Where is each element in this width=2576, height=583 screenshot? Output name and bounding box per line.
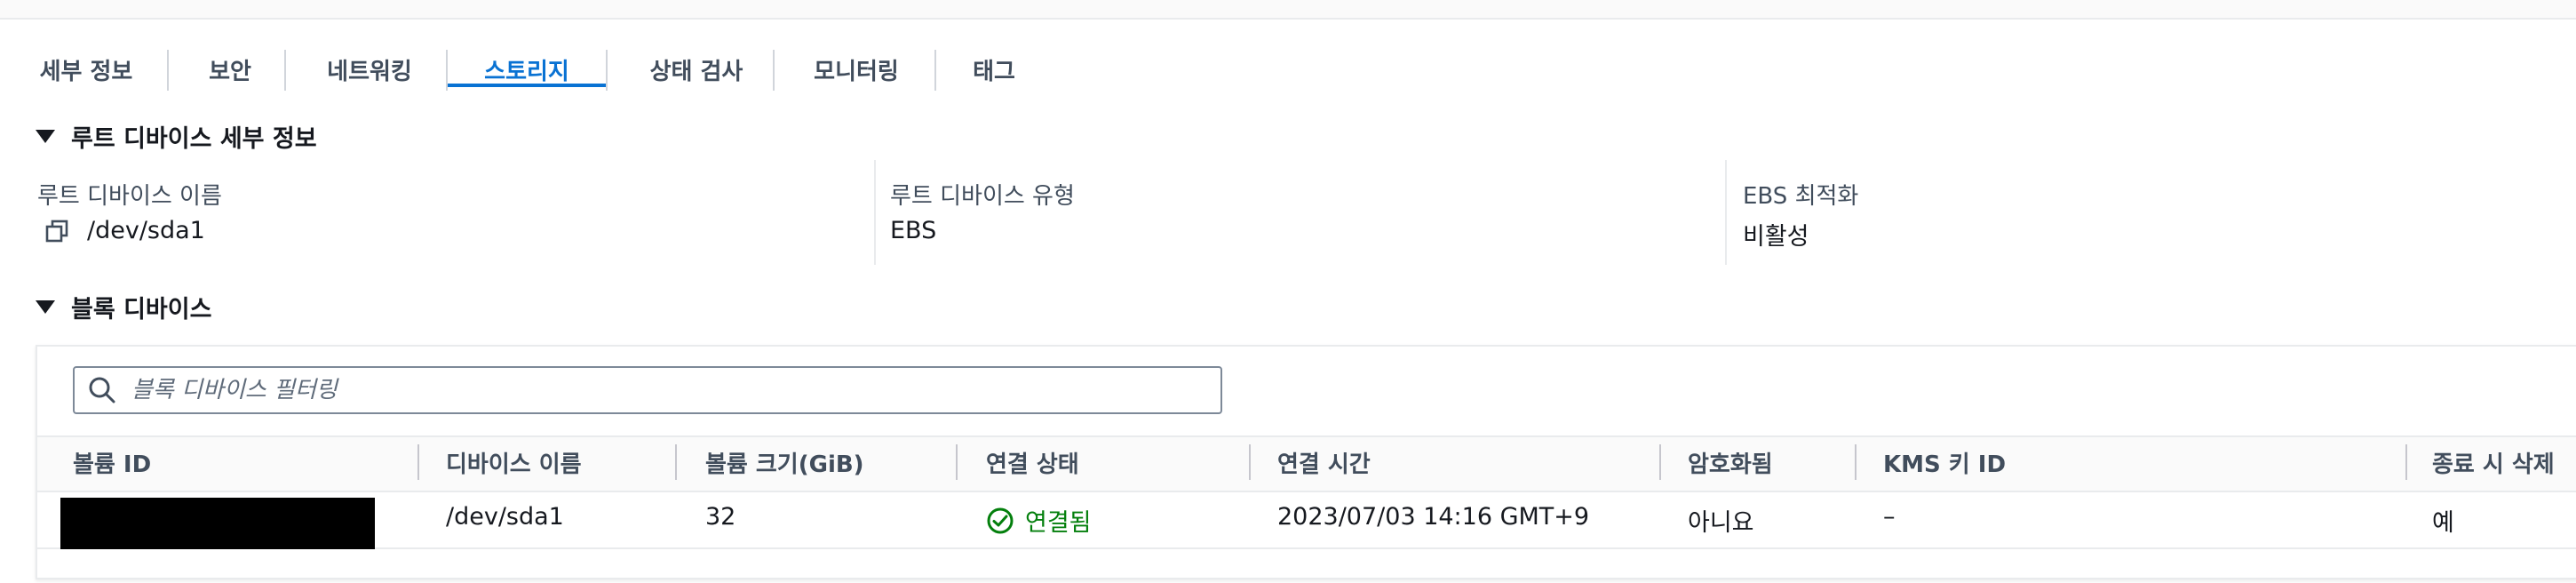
tab-tags[interactable]: 태그 xyxy=(965,36,1023,87)
tab-divider xyxy=(606,50,608,91)
cell-attach-status: 연결됨 xyxy=(986,503,1092,538)
block-device-filter[interactable] xyxy=(73,366,1222,414)
col-volume-id[interactable]: 볼륨 ID xyxy=(73,446,151,479)
cell-volume-size: 32 xyxy=(705,503,736,531)
ebs-optimized-label: EBS 최적화 xyxy=(1743,183,1859,210)
root-device-type-value: EBS xyxy=(890,217,937,244)
cell-encrypted: 아니요 xyxy=(1688,509,1754,537)
col-encrypted[interactable]: 암호화됨 xyxy=(1688,446,1773,479)
tab-networking[interactable]: 네트워킹 xyxy=(316,36,423,87)
copy-icon[interactable] xyxy=(44,219,69,244)
cell-device-name: /dev/sda1 xyxy=(446,503,564,531)
tab-storage[interactable]: 스토리지 xyxy=(462,36,592,87)
cell-kms-key-id: – xyxy=(1883,503,1896,531)
tab-divider xyxy=(167,50,169,91)
tab-details[interactable]: 세부 정보 xyxy=(37,36,135,87)
root-device-name-label: 루트 디바이스 이름 xyxy=(37,183,222,210)
column-resizer[interactable] xyxy=(1659,444,1661,480)
tab-divider xyxy=(284,50,286,91)
column-divider xyxy=(874,160,876,265)
cell-delete-on-termination: 예 xyxy=(2432,509,2454,537)
col-attach-status[interactable]: 연결 상태 xyxy=(986,446,1079,479)
col-device-name[interactable]: 디바이스 이름 xyxy=(446,446,582,479)
caret-down-icon xyxy=(36,130,55,143)
tab-divider xyxy=(934,50,936,91)
block-devices-section-title: 블록 디바이스 xyxy=(71,296,212,323)
column-resizer[interactable] xyxy=(417,444,419,480)
block-devices-section-header[interactable]: 블록 디바이스 xyxy=(36,290,211,324)
column-resizer[interactable] xyxy=(2405,444,2407,480)
status-success-icon xyxy=(987,507,1014,533)
column-resizer[interactable] xyxy=(956,444,958,480)
redacted-volume-id[interactable] xyxy=(60,498,375,549)
block-device-filter-input[interactable] xyxy=(130,376,1181,404)
col-volume-size[interactable]: 볼륨 크기(GiB) xyxy=(705,446,864,479)
active-tab-indicator xyxy=(448,84,606,87)
root-device-type-label: 루트 디바이스 유형 xyxy=(890,183,1075,210)
caret-down-icon xyxy=(36,300,55,314)
ebs-optimized-value: 비활성 xyxy=(1743,223,1809,251)
tab-status-checks[interactable]: 상태 검사 xyxy=(634,36,759,87)
root-device-name-value: /dev/sda1 xyxy=(87,217,205,244)
top-border xyxy=(0,0,2576,20)
col-delete-on-termination[interactable]: 종료 시 삭제 xyxy=(2432,446,2555,479)
search-icon xyxy=(89,377,115,403)
tab-monitoring[interactable]: 모니터링 xyxy=(803,36,910,87)
column-resizer[interactable] xyxy=(1249,444,1251,480)
status-text: 연결됨 xyxy=(1025,509,1092,537)
tab-divider xyxy=(773,50,775,91)
col-attach-time[interactable]: 연결 시간 xyxy=(1277,446,1371,479)
root-device-section-header[interactable]: 루트 디바이스 세부 정보 xyxy=(36,119,317,154)
column-resizer[interactable] xyxy=(675,444,677,480)
root-device-section-title: 루트 디바이스 세부 정보 xyxy=(71,125,317,153)
column-divider xyxy=(1725,160,1727,265)
cell-attach-time: 2023/07/03 14:16 GMT+9 xyxy=(1277,503,1590,531)
tab-bar: 세부 정보 보안 네트워킹 스토리지 상태 검사 모니터링 태그 xyxy=(0,18,2576,91)
tab-security[interactable]: 보안 xyxy=(194,36,266,87)
column-resizer[interactable] xyxy=(1855,444,1856,480)
col-kms-key-id[interactable]: KMS 키 ID xyxy=(1883,446,2006,479)
